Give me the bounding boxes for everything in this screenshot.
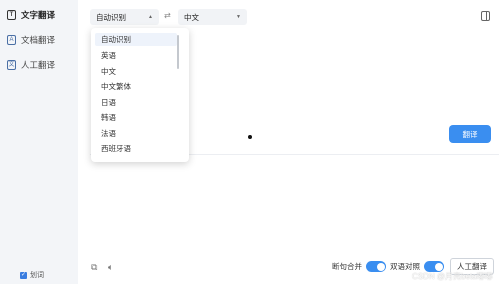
- toggle-switch[interactable]: [366, 261, 386, 272]
- dropdown-option[interactable]: 西班牙语: [95, 142, 177, 155]
- language-dropdown: 自动识别 英语 中文 中文繁体 日语 韩语 法语 西班牙语: [91, 28, 189, 162]
- source-language-select[interactable]: 自动识别 ▲: [90, 9, 159, 25]
- source-language-value: 自动识别: [96, 12, 126, 22]
- sidebar: T 文字翻译 A 文档翻译 文 人工翻译 ✓ 划词: [0, 0, 78, 284]
- dropdown-scrollbar[interactable]: [177, 35, 179, 69]
- dropdown-option[interactable]: 韩语: [95, 111, 177, 124]
- sidebar-item-label: 人工翻译: [21, 60, 56, 70]
- word-select-checkbox[interactable]: ✓ 划词: [20, 270, 44, 280]
- dropdown-option[interactable]: 自动识别: [95, 33, 177, 46]
- sentence-merge-label: 断句合并: [332, 262, 362, 271]
- speaker-icon[interactable]: 🔈︎: [108, 262, 113, 273]
- swap-icon[interactable]: ⇄: [164, 11, 171, 20]
- caret-down-icon: ▼: [236, 14, 241, 20]
- document-translate-icon: A: [7, 35, 16, 45]
- copy-icon[interactable]: ⧉: [91, 262, 97, 273]
- human-translate-icon: 文: [7, 60, 16, 70]
- layout-toggle-icon[interactable]: [481, 11, 490, 21]
- caret-up-icon: ▲: [148, 14, 153, 20]
- word-select-label: 划词: [30, 272, 44, 279]
- cursor-dot: [248, 135, 252, 139]
- watermark: CSDN @月亮beta嘟嘟: [412, 272, 493, 281]
- dropdown-option[interactable]: 法语: [95, 127, 177, 140]
- target-language-value: 中文: [184, 12, 199, 22]
- dropdown-option[interactable]: 日语: [95, 96, 177, 109]
- sidebar-item-document-translate[interactable]: A 文档翻译: [7, 33, 55, 47]
- checkbox-checked-icon: ✓: [20, 271, 27, 279]
- translate-button[interactable]: 翻译: [449, 125, 491, 143]
- sidebar-item-label: 文档翻译: [21, 35, 56, 45]
- sidebar-item-text-translate[interactable]: T 文字翻译: [7, 8, 55, 22]
- target-language-select[interactable]: 中文 ▼: [178, 9, 247, 25]
- sidebar-item-label: 文字翻译: [21, 10, 56, 20]
- dropdown-option[interactable]: 英语: [95, 49, 177, 62]
- sentence-merge-toggle[interactable]: 断句合并: [332, 261, 386, 272]
- sidebar-item-human-translate[interactable]: 文 人工翻译: [7, 58, 55, 72]
- text-translate-icon: T: [7, 10, 16, 20]
- dropdown-option[interactable]: 中文: [95, 65, 177, 78]
- dropdown-option[interactable]: 中文繁体: [95, 80, 177, 93]
